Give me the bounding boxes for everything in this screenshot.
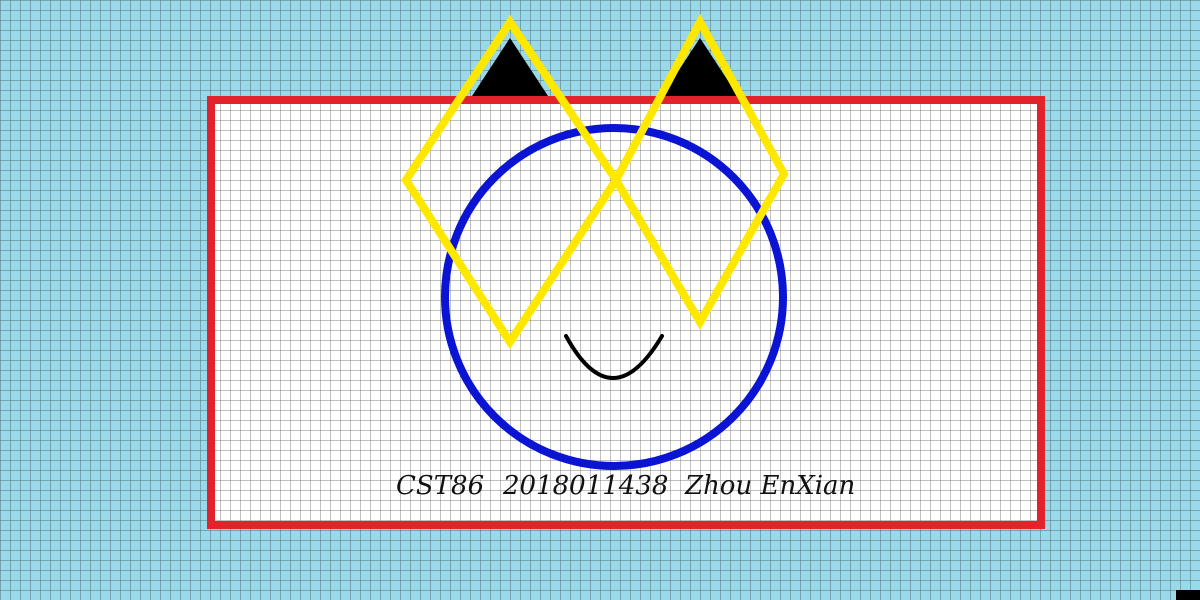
caption-student-id: 2018011438	[502, 471, 668, 501]
caption-name: Zhou EnXian	[684, 471, 855, 501]
drawing-svg: CST86 2018011438 Zhou EnXian	[0, 0, 1200, 600]
caption-course: CST86	[396, 471, 484, 501]
grid-overlay	[0, 0, 1200, 600]
corner-block	[1176, 590, 1200, 600]
drawing-canvas: CST86 2018011438 Zhou EnXian	[0, 0, 1200, 600]
